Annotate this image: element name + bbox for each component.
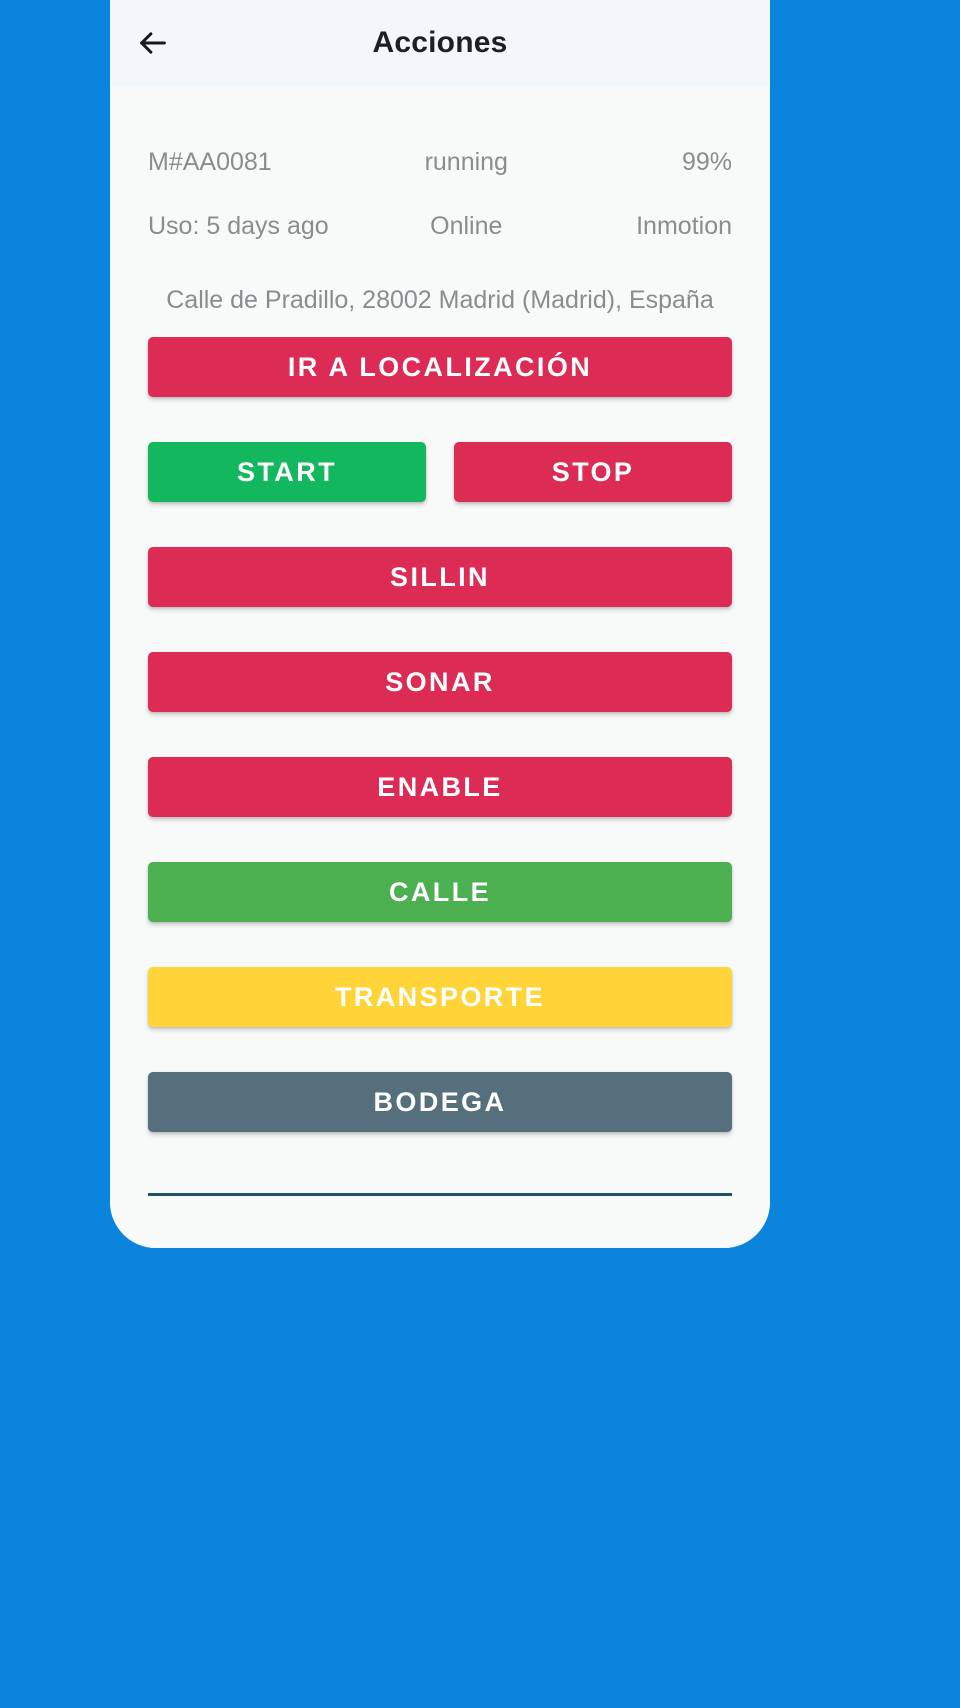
go-to-location-button[interactable]: IR A LOCALIZACIÓN [148, 337, 732, 397]
sonar-button[interactable]: SONAR [148, 652, 732, 712]
action-row-transporte: TRANSPORTE [148, 967, 732, 1027]
device-state: running [424, 148, 508, 176]
calle-button[interactable]: CALLE [148, 862, 732, 922]
bodega-button[interactable]: BODEGA [148, 1072, 732, 1132]
enable-button[interactable]: ENABLE [148, 757, 732, 817]
arrow-left-icon [136, 26, 170, 60]
app-bar: Acciones [110, 0, 770, 86]
page-title: Acciones [372, 26, 508, 59]
stop-button[interactable]: STOP [454, 442, 732, 502]
back-button[interactable] [110, 0, 196, 86]
bottom-divider [148, 1193, 732, 1196]
start-button[interactable]: START [148, 442, 426, 502]
phone-screen-card: Acciones M#AA0081 running 99% Uso: 5 day… [110, 0, 770, 1248]
action-row-location: IR A LOCALIZACIÓN [148, 337, 732, 397]
info-row-primary: M#AA0081 running 99% [148, 148, 732, 212]
battery-level: 99% [681, 148, 732, 176]
sillin-button[interactable]: SILLIN [148, 547, 732, 607]
connectivity-status: Online [430, 212, 503, 240]
action-row-calle: CALLE [148, 862, 732, 922]
device-address: Calle de Pradillo, 28002 Madrid (Madrid)… [166, 286, 714, 314]
transporte-button[interactable]: TRANSPORTE [148, 967, 732, 1027]
device-info-block: M#AA0081 running 99% Uso: 5 days ago Onl… [148, 86, 732, 315]
card-body: M#AA0081 running 99% Uso: 5 days ago Onl… [110, 86, 770, 1248]
action-row-sonar: SONAR [148, 652, 732, 712]
action-row-bodega: BODEGA [148, 1072, 732, 1132]
action-row-enable: ENABLE [148, 757, 732, 817]
last-usage: Uso: 5 days ago [148, 212, 329, 240]
motion-status: Inmotion [636, 212, 732, 240]
action-row-start-stop: START STOP [148, 442, 732, 502]
action-row-sillin: SILLIN [148, 547, 732, 607]
device-id: M#AA0081 [148, 148, 272, 176]
info-row-secondary: Uso: 5 days ago Online Inmotion [148, 212, 732, 276]
